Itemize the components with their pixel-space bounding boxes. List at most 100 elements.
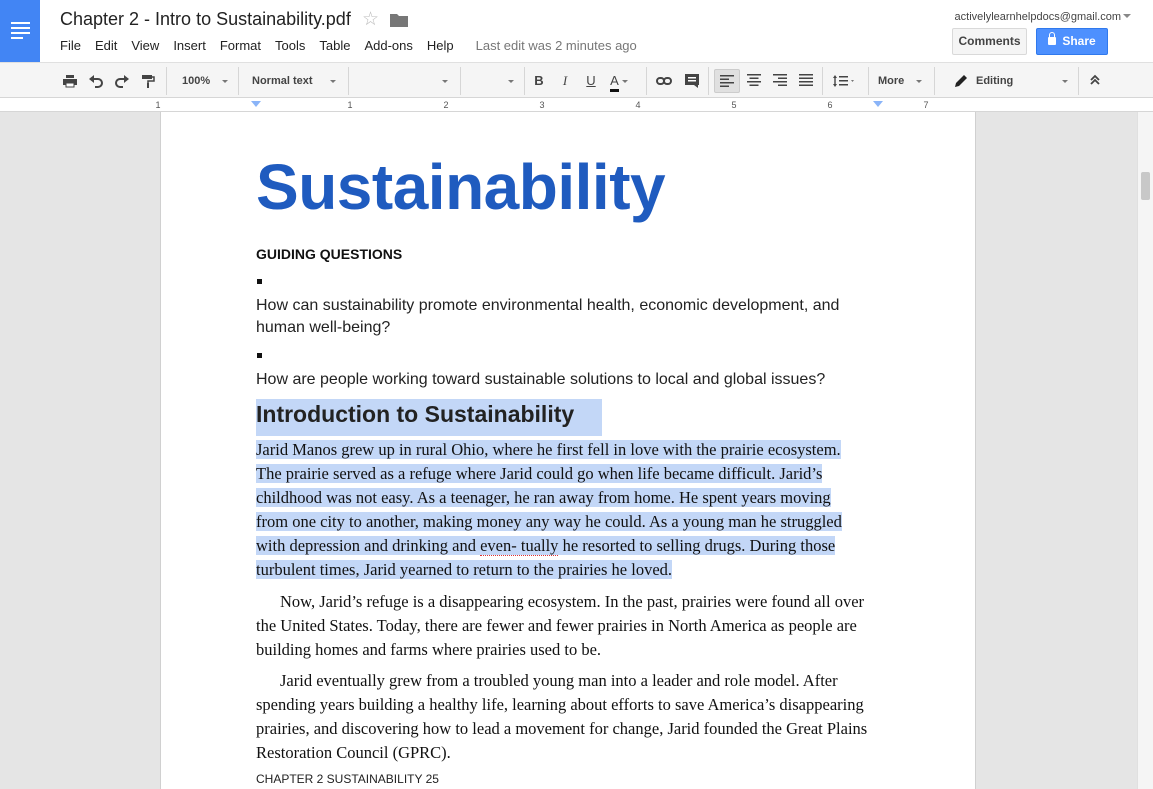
align-center-icon[interactable]: [742, 69, 766, 93]
lock-icon: [1048, 32, 1057, 45]
menu-table[interactable]: Table: [319, 38, 350, 54]
ruler-tick: 2: [443, 100, 449, 110]
paragraph-line: The prairie served as a refuge where Jar…: [256, 464, 823, 483]
document-heading: Sustainability: [256, 151, 666, 223]
toolbar-divider: [822, 67, 823, 95]
print-icon[interactable]: [58, 69, 82, 93]
toolbar-divider: [348, 67, 349, 95]
intro-heading: Introduction to Sustainability: [256, 399, 602, 436]
app-header: Chapter 2 - Intro to Sustainability.pdf …: [0, 0, 1153, 62]
editing-mode-label: Editing: [976, 75, 1014, 87]
zoom-select[interactable]: 100%: [176, 69, 234, 93]
text-color-button[interactable]: A: [604, 69, 634, 93]
ruler-tick: 7: [923, 100, 929, 110]
italic-button[interactable]: I: [554, 69, 576, 93]
menu-view[interactable]: View: [131, 38, 159, 54]
right-indent-marker[interactable]: [873, 101, 883, 107]
ruler-tick: 5: [731, 100, 737, 110]
paragraph-line: turbulent times, Jarid yearned to return…: [256, 560, 673, 579]
bold-button[interactable]: B: [528, 69, 550, 93]
account-email[interactable]: activelylearnhelpdocs@gmail.com: [955, 11, 1121, 23]
last-edit-status[interactable]: Last edit was 2 minutes ago: [476, 38, 637, 54]
account-caret-icon[interactable]: [1123, 14, 1131, 18]
text-color-label: A: [610, 73, 619, 92]
more-label: More: [878, 75, 905, 87]
ruler-tick: 1: [347, 100, 353, 110]
toolbar-divider: [524, 67, 525, 95]
font-size-select[interactable]: [466, 69, 520, 93]
align-left-icon[interactable]: [714, 69, 740, 93]
menu-format[interactable]: Format: [220, 38, 261, 54]
toolbar-divider: [460, 67, 461, 95]
toolbar-divider: [1078, 67, 1079, 95]
toolbar-divider: [646, 67, 647, 95]
bullet-marker: [257, 353, 262, 358]
zoom-value: 100%: [182, 75, 211, 87]
paragraph-line: childhood was not easy. As a teenager, h…: [256, 488, 831, 507]
menu-addons[interactable]: Add-ons: [364, 38, 412, 54]
ruler-tick: 6: [827, 100, 833, 110]
guiding-question-2: How are people working toward sustainabl…: [256, 371, 826, 388]
star-icon[interactable]: ☆: [362, 9, 379, 31]
chevron-down-icon: [508, 80, 514, 83]
chevron-down-icon: [916, 80, 922, 83]
guiding-questions-title: GUIDING QUESTIONS: [256, 246, 403, 262]
page-footer: CHAPTER 2 SUSTAINABILITY 25: [256, 772, 439, 786]
docs-home-icon[interactable]: [0, 0, 40, 62]
menu-edit[interactable]: Edit: [95, 38, 117, 54]
menu-file[interactable]: File: [60, 38, 81, 54]
paragraph-line: Jarid Manos grew up in rural Ohio, where…: [256, 440, 841, 459]
chevron-down-icon: [621, 80, 628, 84]
toolbar-divider: [166, 67, 167, 95]
font-select[interactable]: [354, 69, 454, 93]
link-icon[interactable]: [652, 69, 676, 93]
collapse-toolbar-icon[interactable]: [1084, 69, 1106, 93]
intro-paragraph-2: Now, Jarid’s refuge is a disappearing ec…: [256, 592, 865, 659]
ruler-tick: 4: [635, 100, 641, 110]
line-spacing-icon[interactable]: [828, 69, 862, 93]
left-indent-marker[interactable]: [251, 101, 261, 107]
menu-help[interactable]: Help: [427, 38, 454, 54]
menu-insert[interactable]: Insert: [173, 38, 206, 54]
redo-icon[interactable]: [110, 69, 134, 93]
share-button[interactable]: Share: [1036, 28, 1108, 55]
scrollbar-thumb[interactable]: [1141, 172, 1150, 200]
style-value: Normal text: [252, 75, 313, 87]
menu-bar: File Edit View Insert Format Tools Table…: [60, 38, 637, 54]
comment-icon[interactable]: [680, 69, 704, 93]
paragraph-line: with depression and drinking and: [256, 536, 476, 555]
align-justify-icon[interactable]: [794, 69, 818, 93]
intro-paragraph-3: Jarid eventually grew from a troubled yo…: [256, 671, 868, 762]
bullet-marker: [257, 279, 262, 284]
ruler-tick: 1: [155, 100, 161, 110]
undo-icon[interactable]: [84, 69, 108, 93]
menu-tools[interactable]: Tools: [275, 38, 305, 54]
paragraph-line: from one city to another, making money a…: [256, 512, 842, 531]
more-button[interactable]: More: [872, 69, 928, 93]
chevron-down-icon: [222, 80, 228, 83]
underline-button[interactable]: U: [580, 69, 602, 93]
chevron-down-icon: [442, 80, 448, 83]
toolbar-divider: [708, 67, 709, 95]
chevron-down-icon: [1062, 80, 1068, 83]
ruler-tick: 3: [539, 100, 545, 110]
editing-mode-select[interactable]: Editing: [946, 69, 1074, 93]
pencil-icon: [955, 75, 967, 87]
align-right-icon[interactable]: [768, 69, 792, 93]
folder-icon[interactable]: [390, 13, 408, 27]
ruler[interactable]: 1 1 2 3 4 5 6 7: [0, 98, 1153, 112]
toolbar-divider: [238, 67, 239, 95]
toolbar: 100% Normal text B I U A More Editing: [0, 62, 1153, 98]
intro-paragraph-1: Jarid Manos grew up in rural Ohio, where…: [256, 438, 870, 582]
guiding-question-1: How can sustainability promote environme…: [256, 297, 840, 336]
paragraph-line: he resorted to selling drugs. During tho…: [562, 536, 836, 555]
misspelled-word[interactable]: even- tually: [480, 536, 559, 556]
comments-button[interactable]: Comments: [952, 28, 1027, 55]
scrollbar[interactable]: [1137, 112, 1153, 789]
paint-format-icon[interactable]: [136, 69, 160, 93]
document-title[interactable]: Chapter 2 - Intro to Sustainability.pdf: [60, 9, 351, 30]
toolbar-divider: [868, 67, 869, 95]
share-label: Share: [1062, 34, 1096, 48]
toolbar-divider: [934, 67, 935, 95]
style-select[interactable]: Normal text: [246, 69, 342, 93]
